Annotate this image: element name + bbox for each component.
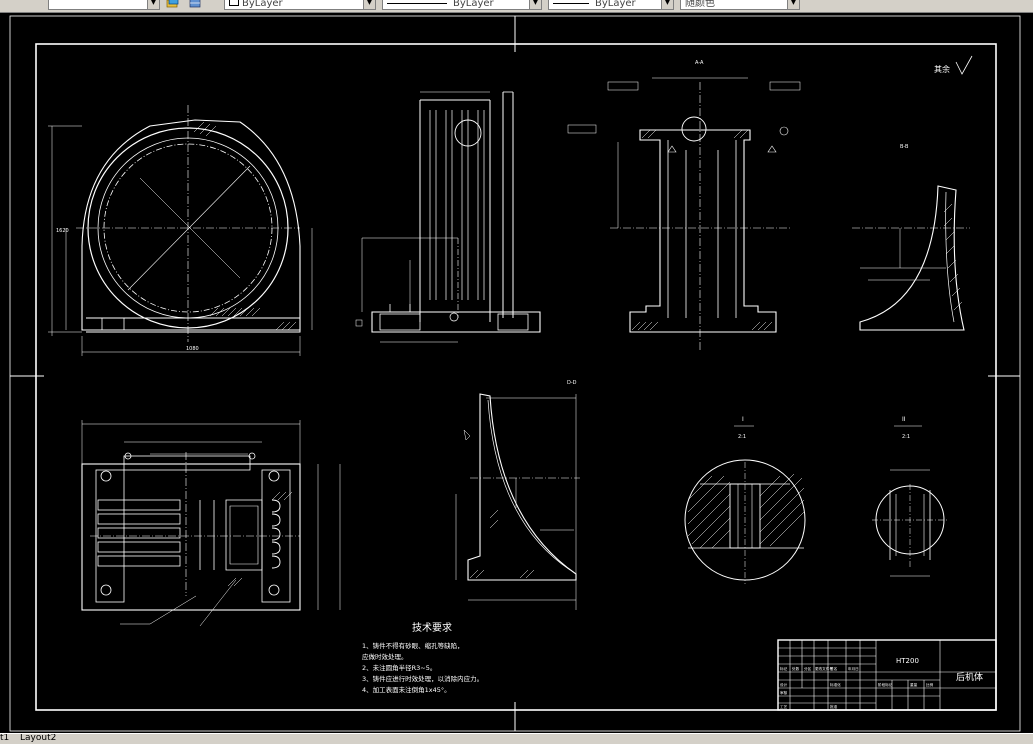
- color-dropdown-value: ByLayer: [242, 0, 283, 9]
- title-block: HT200 后机体 标记 处数 分区 更改文件号 签名 年月日 设计 标准化 审…: [777, 639, 997, 711]
- technical-requirements: 技术要求 1、铸件不得有砂眼、缩孔等缺陷， 应做时效处理。 2、未注圆角半径R3…: [362, 621, 483, 694]
- title-block-role: 工艺: [780, 704, 788, 709]
- plotstyle-dropdown-value: 随颜色: [685, 0, 715, 9]
- title-block-role: 审核: [780, 690, 788, 695]
- detail-i-label: I: [742, 416, 744, 423]
- section-dd-label: D-D: [567, 380, 577, 386]
- tech-req-item: 1、铸件不得有砂眼、缩孔等缺陷，: [362, 641, 464, 650]
- roughness-note-text: 其余: [934, 64, 950, 74]
- linetype-dropdown-value: ByLayer: [453, 0, 494, 9]
- tech-req-item: 应做时效处理。: [362, 652, 408, 661]
- chevron-down-icon: ▼: [661, 0, 673, 9]
- front-view: 1080 1620: [48, 105, 313, 356]
- section-aa-label: A-A: [695, 60, 704, 66]
- tech-req-title: 技术要求: [412, 621, 452, 634]
- tab-layout1[interactable]: t1: [0, 734, 9, 744]
- layer-dropdown[interactable]: ▼: [48, 0, 160, 10]
- layer-previous-icon[interactable]: [188, 0, 202, 9]
- color-dropdown[interactable]: ByLayer ▼: [224, 0, 376, 10]
- tech-req-item: 2、未注圆角半径R3~5。: [362, 663, 436, 672]
- chevron-down-icon: ▼: [363, 0, 375, 9]
- lineweight-dropdown[interactable]: ByLayer ▼: [548, 0, 674, 10]
- surface-roughness-note: 其余: [934, 55, 973, 75]
- chevron-down-icon: ▼: [147, 0, 159, 9]
- title-block-stage-label: 阶段标记: [878, 682, 893, 687]
- title-block-row-label: 签名: [830, 666, 838, 671]
- properties-toolbar: ▼ ByLayer ▼ ByLayer ▼ ByLayer ▼ 随颜色 ▼: [0, 0, 1033, 13]
- title-block-stage-label: 比例: [926, 682, 934, 687]
- layout-tabs-bar: t1 Layout2: [0, 733, 1033, 744]
- title-block-row-label: 处数: [792, 666, 800, 671]
- cad-drawing: 1080 1620 A-A B-B 其余 D-D I 2:1 II 2:1 技术…: [9, 15, 1021, 732]
- title-block-stage-label: 重量: [910, 682, 918, 687]
- side-view: [355, 91, 541, 343]
- tech-req-item: 4、加工表面未注倒角1x45°。: [362, 685, 451, 694]
- top-view: [81, 420, 341, 627]
- section-a-a: A-A: [567, 60, 801, 350]
- chevron-down-icon: ▼: [787, 0, 799, 9]
- title-block-role: 批准: [830, 704, 838, 709]
- drawing-canvas[interactable]: 1080 1620 A-A B-B 其余 D-D I 2:1 II 2:1 技术…: [0, 13, 1033, 733]
- title-block-part-name: 后机体: [956, 671, 983, 683]
- tech-req-item: 3、铸件应进行时效处理，以消除内应力。: [362, 674, 483, 683]
- title-block-row-label: 标记: [780, 666, 788, 671]
- tab-layout2[interactable]: Layout2: [20, 734, 56, 744]
- title-block-row-label: 年月日: [848, 666, 859, 671]
- detail-ii-scale: 2:1: [902, 434, 910, 440]
- title-block-role: 设计: [780, 682, 788, 687]
- detail-ii: II 2:1: [872, 416, 948, 577]
- centering-marks: [10, 16, 1020, 731]
- section-bb-label: B-B: [900, 144, 909, 150]
- dim-height: 1620: [56, 228, 69, 234]
- plotstyle-dropdown[interactable]: 随颜色 ▼: [680, 0, 800, 10]
- linetype-dropdown[interactable]: ByLayer ▼: [382, 0, 542, 10]
- chevron-down-icon: ▼: [529, 0, 541, 9]
- layer-state-icon[interactable]: [166, 0, 180, 9]
- title-block-row-label: 分区: [804, 666, 812, 671]
- dim-overall-width: 1080: [186, 346, 199, 352]
- detail-i: I 2:1: [684, 416, 806, 584]
- detail-i-scale: 2:1: [738, 434, 746, 440]
- section-b-b: B-B: [852, 144, 970, 331]
- title-block-role: 标准化: [830, 682, 841, 687]
- detail-ii-label: II: [902, 416, 906, 423]
- lineweight-dropdown-value: ByLayer: [595, 0, 636, 9]
- title-block-material: HT200: [896, 657, 919, 665]
- section-d-d: D-D: [455, 380, 580, 610]
- outer-sheet-border: [9, 15, 1021, 732]
